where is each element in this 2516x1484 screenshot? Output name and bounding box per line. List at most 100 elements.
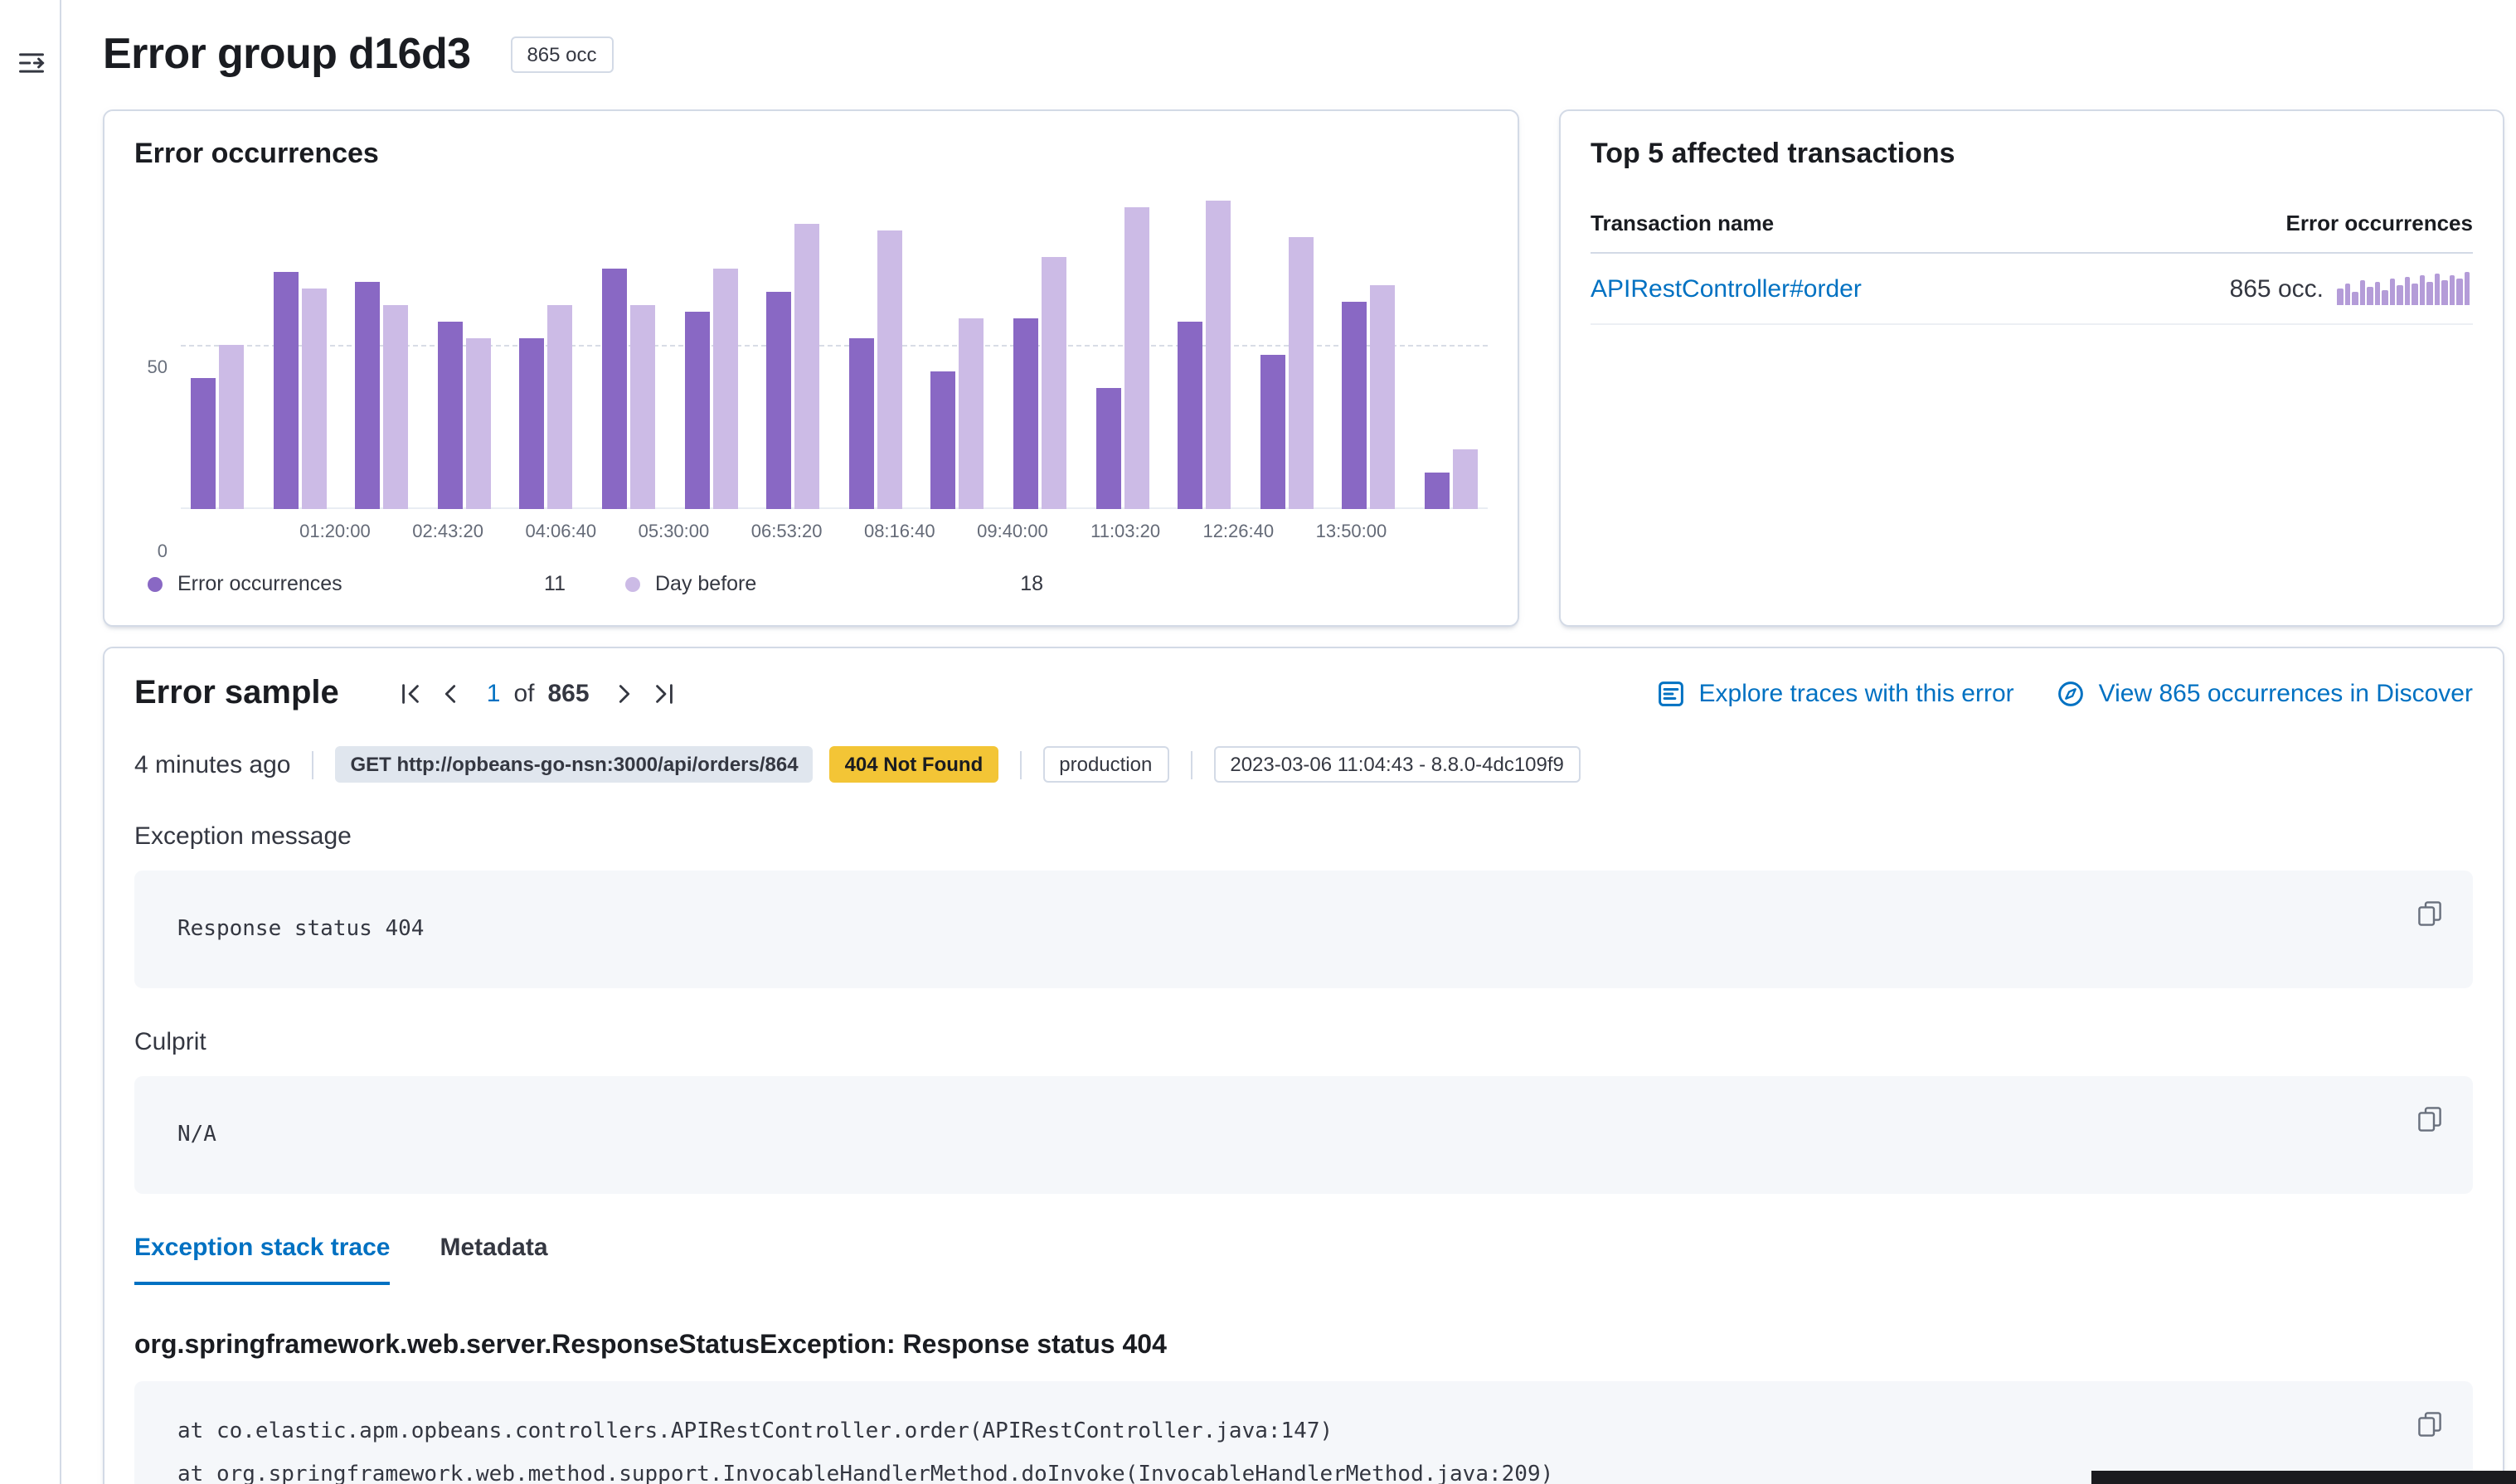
sample-tabs: Exception stack trace Metadata	[134, 1234, 2473, 1285]
chart-bar-pair[interactable]	[684, 181, 737, 509]
chart-bar-pair[interactable]	[766, 181, 819, 509]
copy-icon	[2416, 900, 2443, 927]
tab-metadata[interactable]: Metadata	[440, 1234, 548, 1285]
culprit-block: N/A	[134, 1076, 2473, 1194]
legend-item[interactable]: Error occurrences11	[148, 572, 566, 595]
sparkline-bar	[2382, 290, 2387, 305]
divider	[1190, 750, 1192, 778]
nav-expand-button[interactable]	[12, 43, 51, 83]
chart-bar	[191, 378, 216, 509]
chart-bar-pair[interactable]	[191, 181, 244, 509]
culprit-label: Culprit	[134, 1028, 2473, 1056]
chart-bar	[1260, 355, 1285, 509]
chart-bar-pair[interactable]	[1095, 181, 1149, 509]
screenshot-bottom-strip	[2091, 1471, 2516, 1484]
sparkline-bar	[2389, 279, 2395, 305]
x-axis: 01:20:0002:43:2004:06:4005:30:0006:53:20…	[181, 519, 1488, 555]
apm-error-group-page: Error group d16d3 865 occ Error occurren…	[0, 0, 2516, 1484]
chart-bar	[1095, 388, 1120, 510]
x-axis-tick-label: 01:20:00	[299, 522, 371, 542]
occurrence-count: 865 occ.	[2230, 274, 2324, 303]
chart-bar	[548, 306, 573, 510]
transaction-link[interactable]: APIRestController#order	[1591, 274, 1862, 303]
view-in-discover-link[interactable]: View 865 occurrences in Discover	[2057, 680, 2473, 708]
copy-icon	[2416, 1411, 2443, 1438]
chart-bar-pair[interactable]	[438, 181, 491, 509]
chart-bar	[1013, 318, 1038, 509]
next-page-button[interactable]	[610, 678, 641, 710]
page-of-label: of	[513, 680, 534, 708]
chart-bar-pair[interactable]	[1260, 181, 1313, 509]
request-badge: GET http://opbeans-go-nsn:3000/api/order…	[335, 746, 813, 783]
page-header: Error group d16d3 865 occ	[103, 27, 2504, 80]
column-transaction-name[interactable]: Transaction name	[1591, 211, 1774, 235]
previous-page-button[interactable]	[435, 678, 467, 710]
copy-button[interactable]	[2413, 1408, 2446, 1446]
copy-button[interactable]	[2413, 1103, 2446, 1141]
occurrence-count-badge: 865 occ	[510, 36, 613, 73]
chart-bar-pair[interactable]	[1013, 181, 1066, 509]
chart-bar-pair[interactable]	[273, 181, 326, 509]
chart-bar-pair[interactable]	[355, 181, 408, 509]
first-page-button[interactable]	[396, 678, 427, 710]
exception-title: org.springframework.web.server.ResponseS…	[134, 1331, 2473, 1361]
chart-bar-pair[interactable]	[520, 181, 573, 509]
chart-bar	[877, 230, 902, 509]
chart-bar-pair[interactable]	[1425, 181, 1478, 509]
transaction-row: APIRestController#order 865 occ.	[1591, 254, 2473, 325]
last-page-button[interactable]	[649, 678, 681, 710]
copy-button[interactable]	[2413, 897, 2446, 935]
sparkline-bar	[2412, 284, 2417, 305]
page-title: Error group d16d3	[103, 27, 470, 80]
sparkline-bar	[2404, 277, 2410, 305]
copy-icon	[2416, 1106, 2443, 1132]
sparkline-bar	[2434, 274, 2440, 305]
error-sample-title: Error sample	[134, 675, 339, 713]
chart-bar	[931, 371, 956, 509]
sample-actions: Explore traces with this error View 865 …	[1658, 680, 2474, 708]
tab-exception-stack-trace[interactable]: Exception stack trace	[134, 1234, 391, 1285]
x-axis-tick-label: 09:40:00	[977, 522, 1048, 542]
x-axis-tick-label: 04:06:40	[525, 522, 596, 542]
status-code-badge: 404 Not Found	[830, 746, 998, 783]
x-axis-tick-label: 12:26:40	[1202, 522, 1274, 542]
chart-bar	[1178, 322, 1202, 509]
y-axis: 50 0	[134, 181, 181, 555]
y-axis-tick-label: 0	[158, 542, 168, 562]
legend-item[interactable]: Day before18	[625, 572, 1043, 595]
chart-legend: Error occurrences11 Day before18	[134, 572, 1488, 595]
chart-bar	[602, 269, 627, 509]
main-content: Error group d16d3 865 occ Error occurren…	[63, 0, 2516, 1484]
first-page-icon	[399, 681, 424, 706]
nav-expand-icon	[17, 48, 46, 78]
error-sample-panel: Error sample 1 of 865	[103, 647, 2504, 1484]
error-occurrences-chart[interactable]: 50 0 01:20:0002:43:2004:06:4005:30:0006:…	[134, 181, 1488, 555]
chart-bar-pair[interactable]	[849, 181, 902, 509]
sparkline-bar	[2456, 279, 2462, 305]
chart-bar	[630, 306, 655, 510]
view-in-discover-label: View 865 occurrences in Discover	[2099, 680, 2473, 708]
version-badge: 2023-03-06 11:04:43 - 8.8.0-4dc109f9	[1213, 746, 1581, 783]
chart-bar	[1124, 207, 1149, 509]
sparkline-bar	[2352, 292, 2358, 305]
chart-bar-pair[interactable]	[1343, 181, 1396, 509]
exception-message-block: Response status 404	[134, 871, 2473, 988]
chart-bar-pair[interactable]	[602, 181, 655, 509]
chart-plot-area	[181, 181, 1488, 509]
y-axis-tick-label: 50	[148, 358, 168, 378]
sparkline-bar	[2337, 289, 2343, 305]
error-occurrences-panel: Error occurrences 50 0 01:20:0002:43:200…	[103, 109, 1519, 627]
chart-bar	[684, 312, 709, 509]
chevron-right-icon	[613, 681, 638, 706]
chart-bar-pair[interactable]	[931, 181, 984, 509]
chart-bar	[1425, 473, 1450, 509]
current-page: 1	[487, 680, 501, 708]
chart-bar-pair[interactable]	[1178, 181, 1231, 509]
stack-trace-block: at co.elastic.apm.opbeans.controllers.AP…	[134, 1381, 2473, 1484]
exception-message-label: Exception message	[134, 822, 2473, 851]
chart-bar	[849, 338, 874, 509]
explore-traces-link[interactable]: Explore traces with this error	[1658, 680, 2014, 708]
chart-bar	[383, 306, 408, 510]
column-error-occurrences[interactable]: Error occurrences	[2286, 211, 2473, 235]
sparkline-bar	[2464, 272, 2470, 305]
